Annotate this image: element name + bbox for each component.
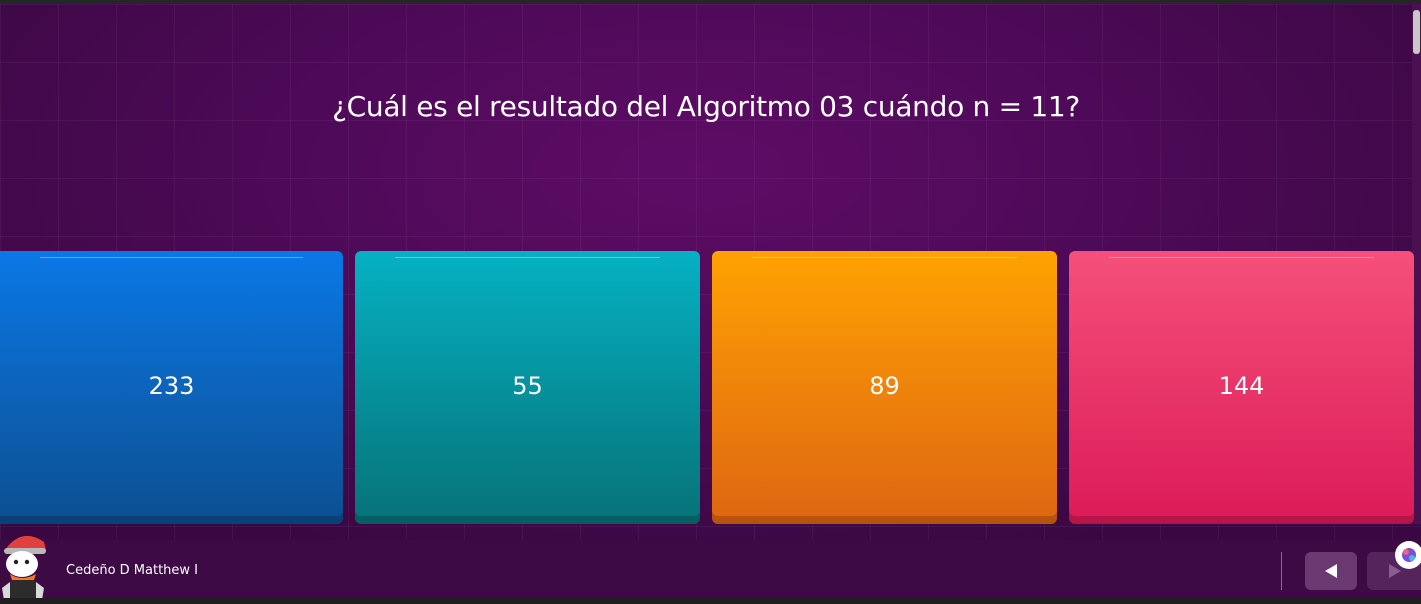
window-top-edge — [0, 0, 1421, 4]
previous-button[interactable] — [1305, 552, 1357, 590]
bottom-bar — [0, 540, 1421, 598]
player-name: Cedeño D Matthew I — [66, 563, 199, 578]
extension-icon[interactable] — [1391, 540, 1421, 570]
triangle-left-icon — [1325, 564, 1337, 578]
answer-option-3[interactable]: 89 — [712, 251, 1057, 524]
scrollbar-thumb[interactable] — [1413, 10, 1420, 54]
window-bottom-edge — [0, 598, 1421, 604]
answer-option-label: 233 — [148, 372, 195, 400]
divider — [1281, 552, 1282, 590]
question-text: ¿Cuál es el resultado del Algoritmo 03 c… — [332, 90, 1080, 123]
answer-option-4[interactable]: 144 — [1069, 251, 1414, 524]
avatar — [0, 528, 48, 600]
answer-option-2[interactable]: 55 — [355, 251, 700, 524]
answer-option-label: 55 — [512, 372, 543, 400]
answer-option-label: 144 — [1218, 372, 1265, 400]
answer-option-1[interactable]: 233 — [0, 251, 343, 524]
cartoon-avatar-icon — [2, 535, 46, 600]
answer-option-label: 89 — [869, 372, 900, 400]
quiz-stage: ¿Cuál es el resultado del Algoritmo 03 c… — [0, 0, 1421, 604]
